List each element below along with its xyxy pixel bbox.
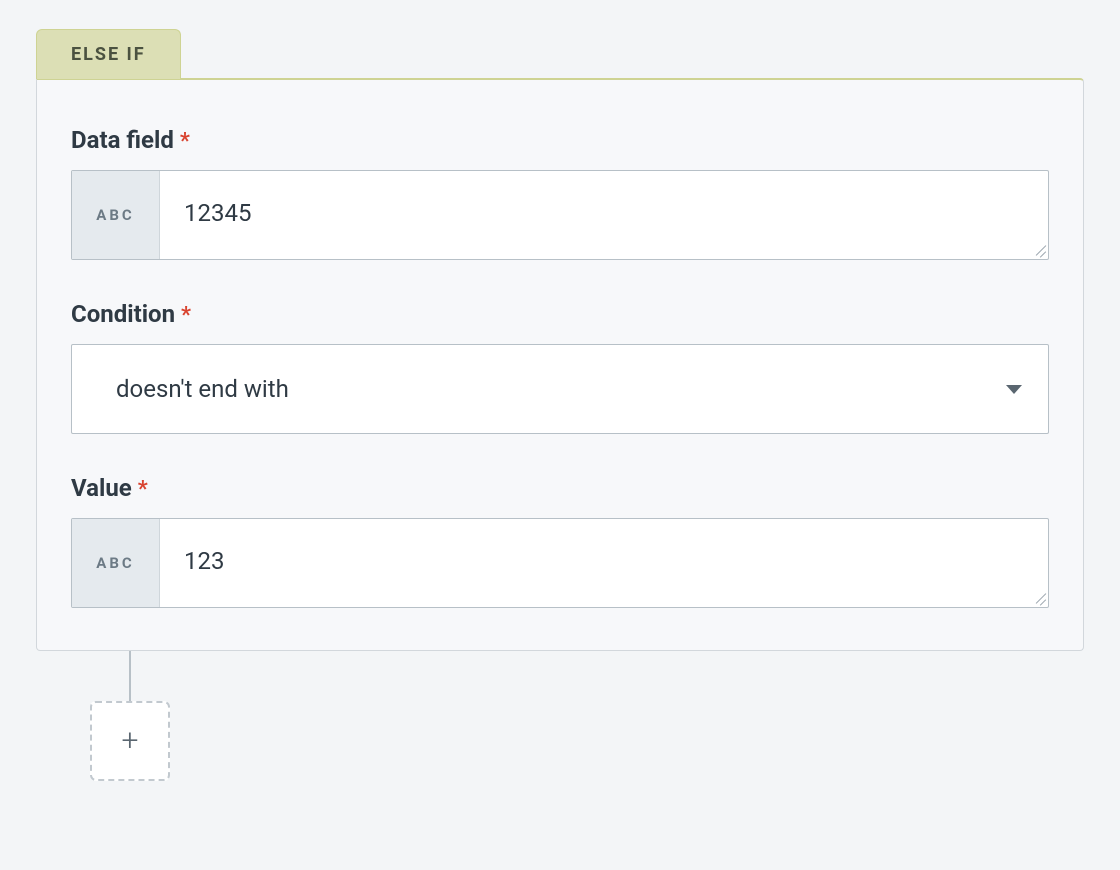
field-data-label: Data field * (71, 126, 1049, 154)
field-value-label: Value * (71, 474, 1049, 502)
type-badge-abc: ABC (72, 171, 160, 259)
value-field-input[interactable] (160, 519, 1048, 607)
field-data: Data field * ABC (71, 126, 1049, 260)
field-condition: Condition * doesn't end with (71, 300, 1049, 434)
label-text: Condition (71, 300, 175, 328)
connector-line (129, 651, 131, 701)
tab-label: ELSE IF (71, 44, 146, 65)
connector: + (90, 651, 170, 781)
data-field-input[interactable] (160, 171, 1048, 259)
required-indicator: * (181, 303, 191, 328)
data-field-input-wrap: ABC (71, 170, 1049, 260)
plus-icon: + (122, 726, 139, 756)
chevron-down-icon (1006, 385, 1022, 394)
label-text: Value (71, 474, 132, 502)
tab-else-if[interactable]: ELSE IF (36, 29, 181, 79)
field-condition-label: Condition * (71, 300, 1049, 328)
required-indicator: * (138, 477, 148, 502)
required-indicator: * (180, 129, 190, 154)
condition-selected-value: doesn't end with (116, 375, 289, 403)
field-value: Value * ABC (71, 474, 1049, 608)
add-step-button[interactable]: + (90, 701, 170, 781)
label-text: Data field (71, 126, 174, 154)
value-field-input-wrap: ABC (71, 518, 1049, 608)
type-badge-text: ABC (96, 554, 134, 572)
condition-select[interactable]: doesn't end with (71, 344, 1049, 434)
type-badge-text: ABC (96, 206, 134, 224)
condition-panel: Data field * ABC Condition * doesn't end… (36, 78, 1084, 651)
type-badge-abc: ABC (72, 519, 160, 607)
